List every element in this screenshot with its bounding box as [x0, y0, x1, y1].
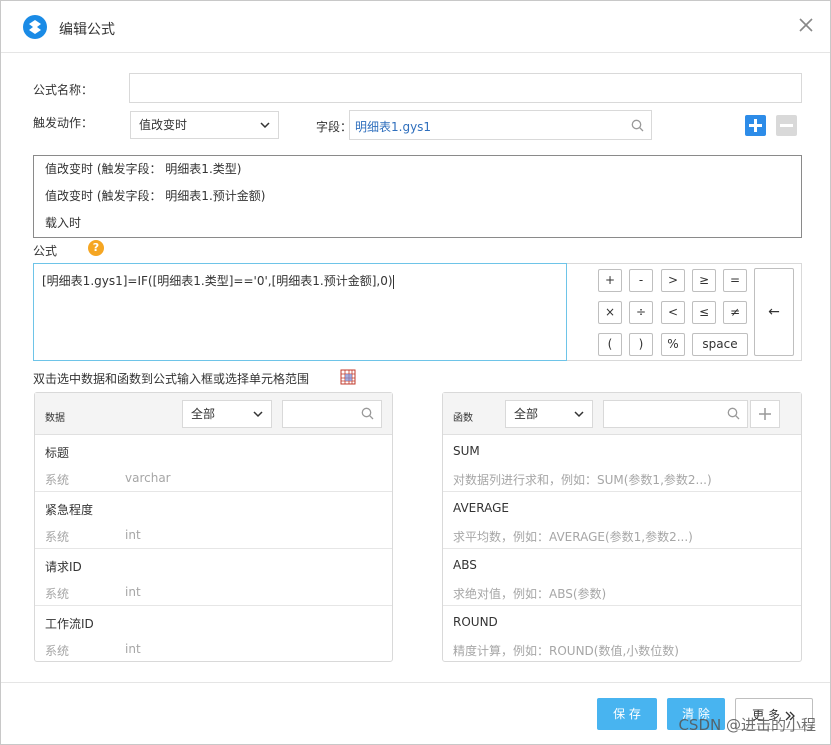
trigger-action-select[interactable]: 值改变时	[130, 111, 279, 139]
data-panel: 数据 全部 标题 系统 varchar 紧急程度 系统 int 请求ID 系统 …	[34, 392, 393, 662]
search-icon[interactable]	[631, 119, 644, 132]
formula-label: 公式	[33, 244, 58, 258]
op-space-button[interactable]: space	[692, 333, 748, 356]
op-plus-button[interactable]: +	[598, 269, 622, 292]
chevron-down-icon	[260, 122, 270, 129]
formula-input[interactable]: [明细表1.gys1]=IF([明细表1.类型]=='0',[明细表1.预计金额…	[33, 263, 567, 361]
search-icon[interactable]	[727, 407, 740, 420]
app-logo-icon	[23, 15, 47, 39]
cell-range-icon[interactable]	[340, 369, 356, 385]
op-multiply-button[interactable]: ×	[598, 301, 622, 324]
list-item[interactable]: ROUND 精度计算，例如：ROUND(数值,小数位数)	[443, 606, 801, 663]
function-search-input[interactable]	[603, 400, 748, 428]
op-less-button[interactable]: <	[661, 301, 685, 324]
usage-hint: 双击选中数据和函数到公式输入框或选择单元格范围	[33, 372, 310, 386]
list-item[interactable]: ABS 求绝对值，例如：ABS(参数)	[443, 549, 801, 606]
dialog-title: 编辑公式	[59, 22, 115, 38]
chevron-down-icon	[253, 411, 263, 418]
trigger-list: 值改变时 (触发字段： 明细表1.类型) 值改变时 (触发字段： 明细表1.预计…	[33, 155, 802, 238]
operator-pad: + - > ≥ = × ÷ < ≤ ≠ ( ) % space ←	[567, 263, 802, 361]
field-input[interactable]: 明细表1.gys1	[349, 110, 652, 140]
help-icon[interactable]: ?	[88, 240, 104, 256]
trigger-item[interactable]: 载入时	[45, 214, 81, 231]
data-filter-value: 全部	[191, 407, 216, 421]
list-item[interactable]: 工作流ID 系统 int	[35, 606, 392, 663]
dialog-footer: 保 存 清 除 更 多 CSDN @进击的小程	[1, 682, 830, 744]
data-search-input[interactable]	[282, 400, 382, 428]
formula-name-input[interactable]	[129, 73, 802, 103]
save-button[interactable]: 保 存	[597, 698, 657, 730]
trigger-action-value: 值改变时	[139, 118, 188, 132]
add-trigger-button[interactable]	[745, 115, 766, 136]
op-greater-equal-button[interactable]: ≥	[692, 269, 716, 292]
plus-icon	[759, 408, 771, 420]
op-greater-button[interactable]: >	[661, 269, 685, 292]
formula-expression: [明细表1.gys1]=IF([明细表1.类型]=='0',[明细表1.预计金额…	[42, 274, 393, 288]
field-label: 字段：	[316, 120, 353, 134]
formula-name-label: 公式名称：	[33, 83, 94, 97]
op-less-equal-button[interactable]: ≤	[692, 301, 716, 324]
function-panel: 函数 全部 SUM 对数据列进行求和，例如：SUM(参数1,参数2...) AV…	[442, 392, 802, 662]
list-item[interactable]: 请求ID 系统 int	[35, 549, 392, 606]
trigger-action-label: 触发动作：	[33, 116, 94, 130]
watermark: CSDN @进击的小程	[678, 716, 816, 734]
op-percent-button[interactable]: %	[661, 333, 685, 356]
close-icon[interactable]	[798, 17, 814, 33]
remove-trigger-button[interactable]	[776, 115, 797, 136]
trigger-item[interactable]: 值改变时 (触发字段： 明细表1.类型)	[45, 160, 241, 177]
trigger-item[interactable]: 值改变时 (触发字段： 明细表1.预计金额)	[45, 187, 265, 204]
data-panel-title: 数据	[45, 413, 65, 424]
backspace-button[interactable]: ←	[754, 268, 794, 356]
op-minus-button[interactable]: -	[629, 269, 653, 292]
edit-formula-dialog: 编辑公式 公式名称： 触发动作： 值改变时 字段： 明细表1.gys1 值改变时…	[0, 0, 831, 745]
list-item[interactable]: 标题 系统 varchar	[35, 435, 392, 492]
search-icon[interactable]	[361, 407, 374, 420]
list-item[interactable]: SUM 对数据列进行求和，例如：SUM(参数1,参数2...)	[443, 435, 801, 492]
op-left-paren-button[interactable]: (	[598, 333, 622, 356]
data-filter-select[interactable]: 全部	[182, 400, 272, 428]
dialog-titlebar: 编辑公式	[1, 1, 830, 53]
text-cursor	[392, 274, 394, 289]
op-divide-button[interactable]: ÷	[629, 301, 653, 324]
data-panel-header: 数据 全部	[35, 393, 392, 435]
op-not-equal-button[interactable]: ≠	[723, 301, 747, 324]
field-value: 明细表1.gys1	[355, 120, 432, 134]
list-item[interactable]: AVERAGE 求平均数，例如：AVERAGE(参数1,参数2...)	[443, 492, 801, 549]
function-filter-value: 全部	[514, 407, 539, 421]
op-right-paren-button[interactable]: )	[629, 333, 653, 356]
op-equal-button[interactable]: =	[723, 269, 747, 292]
function-panel-header: 函数 全部	[443, 393, 801, 435]
chevron-down-icon	[574, 411, 584, 418]
function-filter-select[interactable]: 全部	[505, 400, 593, 428]
add-function-button[interactable]	[750, 400, 780, 428]
list-item[interactable]: 紧急程度 系统 int	[35, 492, 392, 549]
function-panel-title: 函数	[453, 413, 473, 424]
